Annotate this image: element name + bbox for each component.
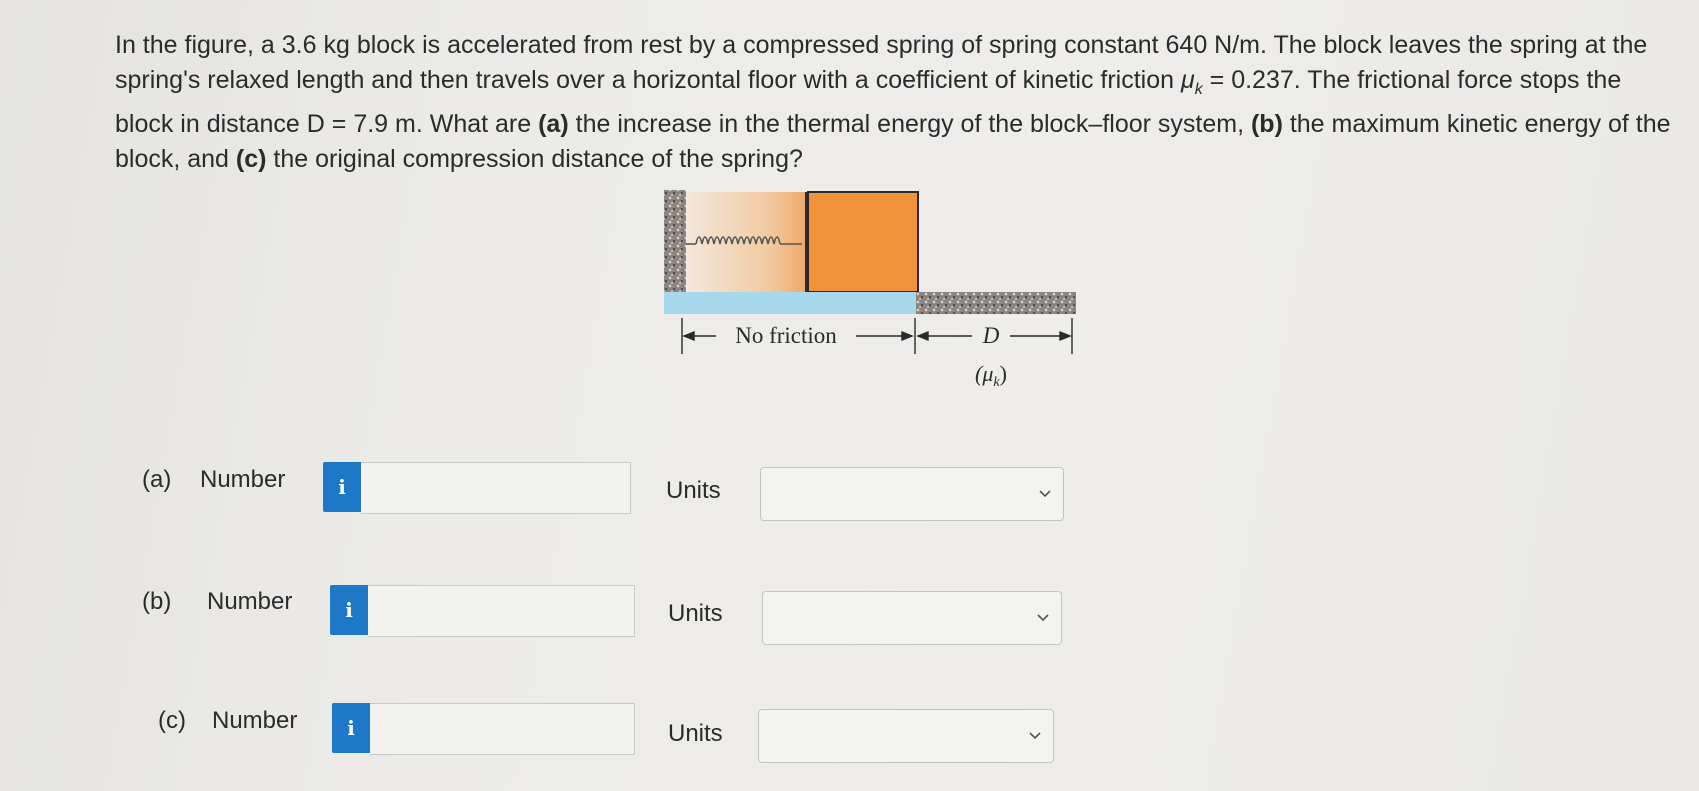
rough-surface	[916, 292, 1076, 314]
chevron-down-icon	[1037, 614, 1049, 622]
number-label-b: Number	[207, 588, 293, 615]
figure-svg: No friction D (μk)	[664, 190, 1076, 390]
number-input-c[interactable]	[370, 703, 635, 755]
part-label-c: (c)	[158, 707, 186, 734]
units-label-c: Units	[668, 720, 723, 747]
part-label-b: (b)	[142, 588, 172, 615]
number-input-a[interactable]	[361, 462, 631, 514]
units-label-a: Units	[666, 477, 721, 504]
units-dropdown-a[interactable]	[760, 467, 1064, 521]
spring-area	[686, 192, 806, 292]
number-label-c: Number	[212, 707, 298, 734]
number-label-a: Number	[200, 466, 286, 493]
d-label: D	[982, 323, 1000, 348]
chevron-down-icon	[1039, 490, 1051, 498]
mu-k-label: (μk)	[975, 361, 1007, 390]
part-label-a: (a)	[142, 466, 172, 493]
block	[807, 191, 919, 293]
no-friction-label: No friction	[735, 323, 837, 348]
chevron-down-icon	[1029, 732, 1041, 740]
wall	[664, 190, 686, 292]
frictionless-surface	[664, 292, 916, 314]
info-icon-b[interactable]: i	[330, 585, 368, 635]
spring-block-figure: No friction D (μk)	[660, 188, 1080, 408]
units-dropdown-b[interactable]	[762, 591, 1062, 645]
info-icon-c[interactable]: i	[332, 703, 370, 753]
info-icon-a[interactable]: i	[323, 462, 361, 512]
question-text: In the figure, a 3.6 kg block is acceler…	[115, 31, 1671, 173]
units-dropdown-c[interactable]	[758, 709, 1054, 763]
number-input-b[interactable]	[368, 585, 635, 637]
units-label-b: Units	[668, 600, 723, 627]
